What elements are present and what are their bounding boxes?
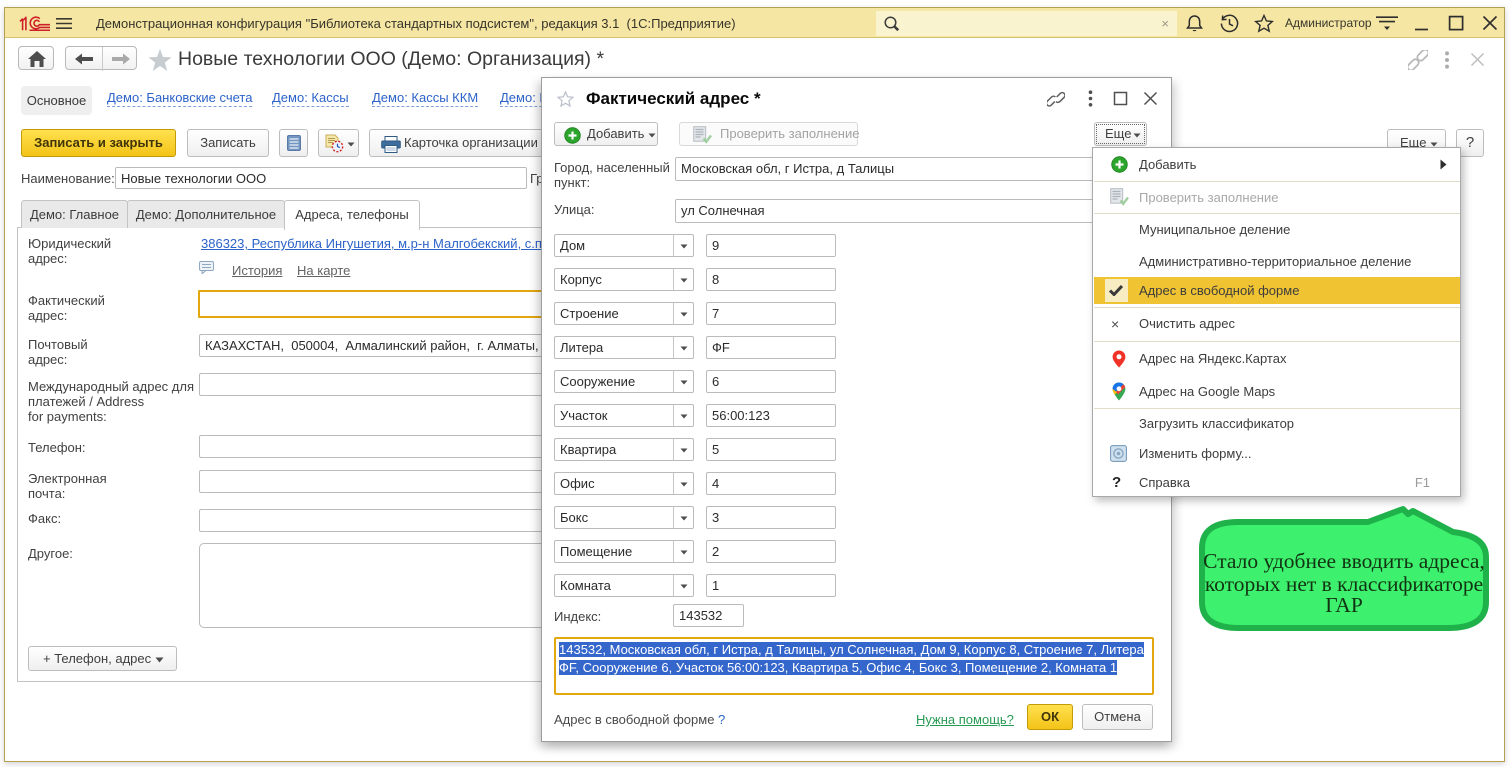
- svg-text:Стало удобнее вводить адреса,: Стало удобнее вводить адреса,: [1203, 549, 1485, 573]
- svg-text:ГАР: ГАР: [1325, 593, 1363, 617]
